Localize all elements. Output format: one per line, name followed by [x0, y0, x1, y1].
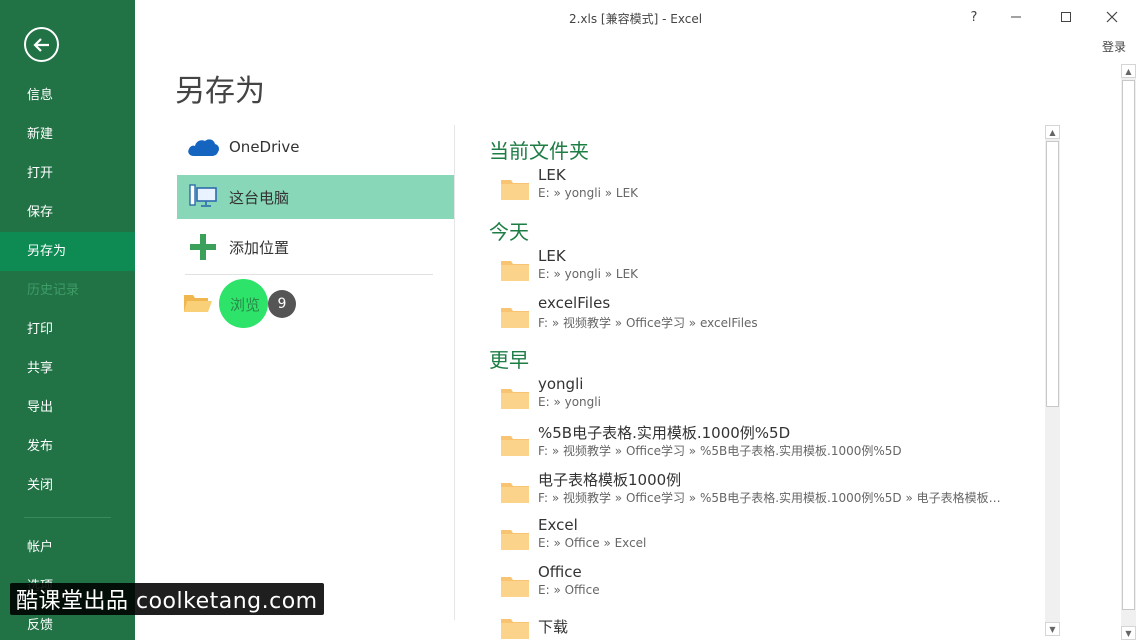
folder-name: 下载 [538, 618, 569, 636]
nav-save-as[interactable]: 另存为 [0, 232, 135, 271]
page-title: 另存为 [175, 74, 265, 109]
nav-open[interactable]: 打开 [0, 154, 135, 193]
folder-icon [501, 180, 529, 200]
nav-share[interactable]: 共享 [0, 349, 135, 388]
folder-name: yongli [538, 375, 584, 393]
folder-item[interactable]: Office E: » Office [501, 563, 1021, 609]
arrow-left-icon [32, 37, 49, 52]
folder-path: F: » 视频教学 » Office学习 » excelFiles [538, 316, 758, 330]
folder-path: E: » Office » Excel [538, 536, 647, 550]
backstage-nav: 信息 新建 打开 保存 另存为 历史记录 打印 共享 导出 发布 关闭 帐户 选… [0, 76, 135, 640]
folder-item[interactable]: 电子表格模板1000例 F: » 视频教学 » Office学习 » %5B电子… [501, 469, 1021, 515]
title-bar: 2.xls [兼容模式] - Excel ? [135, 0, 1136, 36]
place-label: OneDrive [229, 138, 300, 156]
folder-icon [501, 261, 529, 281]
place-onedrive[interactable]: OneDrive [177, 125, 454, 169]
place-this-pc[interactable]: 这台电脑 [177, 175, 454, 219]
folder-item[interactable]: LEK E: » yongli » LEK [501, 166, 1021, 212]
folder-name: Office [538, 563, 582, 581]
nav-account[interactable]: 帐户 [0, 528, 135, 567]
watermark: 酷课堂出品 coolketang.com [10, 583, 324, 615]
folder-item[interactable]: LEK E: » yongli » LEK [501, 247, 1021, 293]
folder-name: Excel [538, 516, 578, 534]
folder-icon [501, 436, 529, 456]
folder-path: F: » 视频教学 » Office学习 » %5B电子表格.实用模板.1000… [538, 491, 1008, 505]
folder-icon [501, 389, 529, 409]
scroll-up-arrow-icon[interactable]: ▲ [1121, 64, 1136, 78]
folder-path: F: » 视频教学 » Office学习 » %5B电子表格.实用模板.1000… [538, 444, 902, 458]
folder-path: E: » yongli » LEK [538, 267, 639, 281]
scroll-up-arrow-icon[interactable]: ▲ [1045, 125, 1060, 139]
folder-item[interactable]: yongli E: » yongli [501, 375, 1021, 421]
nav-history: 历史记录 [27, 283, 80, 298]
section-today: 今天 [489, 220, 529, 244]
back-button[interactable] [24, 27, 59, 62]
folder-open-icon [183, 292, 213, 318]
plus-icon [177, 233, 229, 261]
backstage-sidebar: 信息 新建 打开 保存 另存为 历史记录 打印 共享 导出 发布 关闭 帐户 选… [0, 0, 135, 640]
page-scrollbar[interactable]: ▲ ▼ [1121, 64, 1136, 640]
folder-item[interactable]: %5B电子表格.实用模板.1000例%5D F: » 视频教学 » Office… [501, 422, 1021, 468]
folder-item[interactable]: 下载 [501, 616, 1021, 640]
folder-icon [501, 619, 529, 639]
login-link[interactable]: 登录 [1102, 38, 1126, 55]
folder-icon [501, 530, 529, 550]
minimize-icon [1011, 16, 1021, 18]
nav-close[interactable]: 关闭 [0, 466, 135, 505]
scroll-thumb[interactable] [1046, 141, 1059, 407]
folder-icon [501, 483, 529, 503]
scroll-down-arrow-icon[interactable]: ▼ [1121, 626, 1136, 640]
places-divider [185, 274, 433, 275]
nav-divider [24, 517, 111, 518]
close-icon [1106, 11, 1118, 23]
column-divider [454, 125, 455, 620]
nav-publish[interactable]: 发布 [0, 427, 135, 466]
folder-name: LEK [538, 247, 566, 265]
nav-new[interactable]: 新建 [0, 115, 135, 154]
folder-item[interactable]: Excel E: » Office » Excel [501, 516, 1021, 562]
section-current-folder: 当前文件夹 [489, 139, 589, 163]
browse-button[interactable]: 浏览 [230, 294, 260, 315]
computer-icon [177, 183, 229, 211]
folder-name: 电子表格模板1000例 [538, 471, 682, 489]
folder-path: E: » yongli » LEK [538, 186, 639, 200]
nav-export[interactable]: 导出 [0, 388, 135, 427]
place-label: 这台电脑 [229, 188, 290, 207]
folder-path: E: » Office [538, 583, 600, 597]
nav-print[interactable]: 打印 [0, 310, 135, 349]
scroll-thumb[interactable] [1122, 80, 1135, 610]
folder-name: %5B电子表格.实用模板.1000例%5D [538, 424, 791, 442]
nav-save[interactable]: 保存 [0, 193, 135, 232]
folders-scrollbar[interactable]: ▲ ▼ [1045, 125, 1060, 636]
place-add-location[interactable]: 添加位置 [177, 225, 454, 269]
step-badge: 9 [268, 290, 296, 318]
close-window-button[interactable] [1100, 6, 1124, 28]
section-earlier: 更早 [489, 348, 529, 372]
folder-path: E: » yongli [538, 395, 601, 409]
maximize-icon [1061, 12, 1071, 22]
help-button[interactable]: ? [962, 6, 986, 28]
folder-name: LEK [538, 166, 566, 184]
maximize-button[interactable] [1054, 6, 1078, 28]
cloud-icon [177, 136, 229, 158]
scroll-down-arrow-icon[interactable]: ▼ [1045, 622, 1060, 636]
nav-info[interactable]: 信息 [0, 76, 135, 115]
folder-name: excelFiles [538, 294, 611, 312]
folder-icon [501, 577, 529, 597]
folder-icon [501, 308, 529, 328]
place-label: 添加位置 [229, 238, 290, 257]
minimize-button[interactable] [1004, 6, 1028, 28]
folder-item[interactable]: excelFiles F: » 视频教学 » Office学习 » excelF… [501, 294, 1021, 340]
